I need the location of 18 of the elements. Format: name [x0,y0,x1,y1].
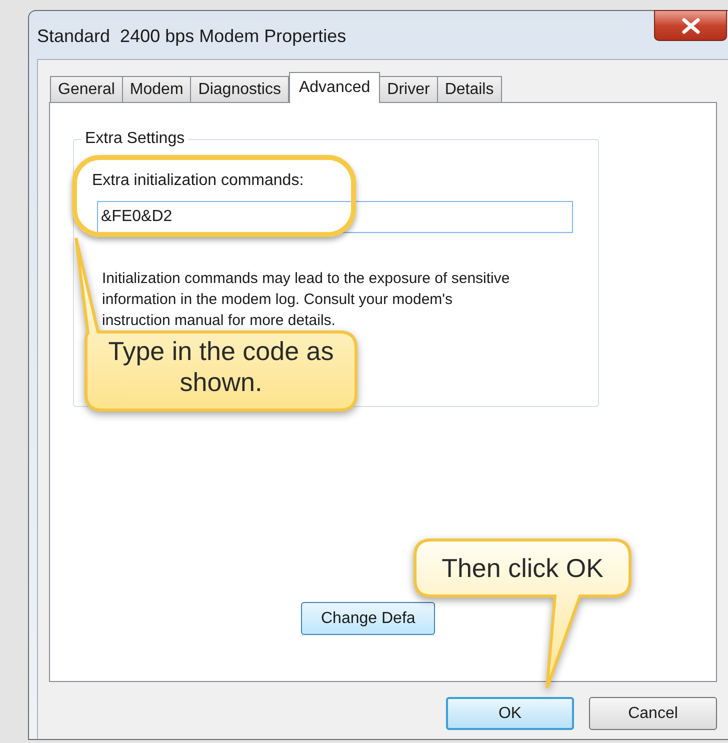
callout-text: Type in the code as shown. [107,336,335,398]
tab[interactable]: Details [436,76,502,102]
field-label: Extra initialization commands: [92,171,305,191]
dialog-button[interactable]: Cancel [589,697,717,730]
tab[interactable]: Advanced [288,72,380,103]
callout-text: Then click OK [440,553,604,584]
close-icon [682,18,700,34]
tab[interactable]: Driver [379,76,438,102]
dialog-button[interactable]: OK [446,697,574,730]
window-title: Standard 2400 bps Modem Properties [37,25,346,48]
note-text: Initialization commands may lead to the exposure of sensitive information in the modem log. Consult your modem's instruction manual for more details. [102,269,511,331]
group-title: Extra Settings [84,129,186,149]
tab[interactable]: Diagnostics [190,76,289,102]
change-button[interactable]: Change Defa [301,602,436,635]
close-button[interactable] [654,10,727,41]
tab[interactable]: General [50,76,123,102]
tab[interactable]: Modem [122,76,192,102]
input-field[interactable]: &FE0&D2 [97,201,573,233]
